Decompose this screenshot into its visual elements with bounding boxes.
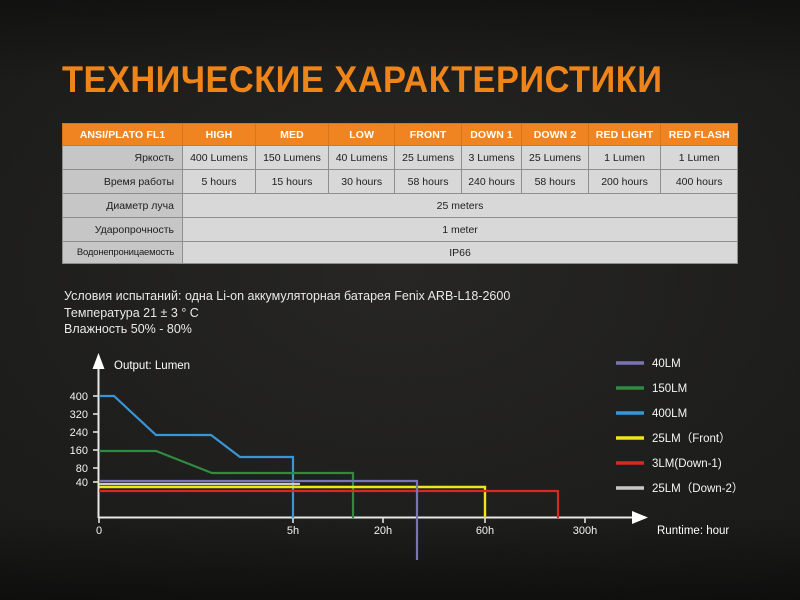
page-title: ТЕХНИЧЕСКИЕ ХАРАКТЕРИСТИКИ xyxy=(62,58,662,102)
cell-brightness-front: 25 Lumens xyxy=(395,146,461,170)
cell-runtime-front: 58 hours xyxy=(395,170,461,194)
table-row: Водонепроницаемость IP66 xyxy=(63,242,738,264)
cell-brightness-high: 400 Lumens xyxy=(183,146,256,170)
table-row: Время работы 5 hours 15 hours 30 hours 5… xyxy=(63,170,738,194)
table-header-ansi-plato: ANSI/PLATO FL1 xyxy=(63,124,183,146)
y-tick-label-240: 240 xyxy=(70,427,88,439)
series-line-40lm xyxy=(99,518,417,560)
cell-runtime-down2: 58 hours xyxy=(522,170,588,194)
series-line-3lm-down1 xyxy=(99,491,558,518)
test-conditions-line-2: Температура 21 ± 3 ° C xyxy=(64,305,510,322)
y-tick-label-160: 160 xyxy=(70,445,88,457)
y-axis xyxy=(93,353,105,518)
test-conditions-line-1: Условия испытаний: одна Li-on аккумулято… xyxy=(64,288,510,305)
x-axis-title: Runtime: hour xyxy=(657,525,729,537)
legend-label-150lm: 150LM xyxy=(652,383,687,395)
chart-legend: 40LM 150LM 400LM 25LM（Front） 3LM(Down-1)… xyxy=(616,358,743,495)
runtime-chart: 400 320 240 160 80 40 Output: Lumen 0 5h… xyxy=(0,345,800,560)
table-row: Диаметр луча 25 meters xyxy=(63,194,738,218)
table-row: Яркость 400 Lumens 150 Lumens 40 Lumens … xyxy=(63,146,738,170)
row-label-impact-resistance: Ударопрочность xyxy=(63,218,183,242)
table-header-low: LOW xyxy=(329,124,395,146)
row-label-beam-distance: Диаметр луча xyxy=(63,194,183,218)
row-label-brightness: Яркость xyxy=(63,146,183,170)
cell-waterproof-value: IP66 xyxy=(183,242,738,264)
x-tick-label-60h: 60h xyxy=(476,525,494,537)
y-tick-label-400: 400 xyxy=(70,391,88,403)
table-header-high: HIGH xyxy=(183,124,256,146)
cell-runtime-low: 30 hours xyxy=(329,170,395,194)
cell-brightness-red-flash: 1 Lumen xyxy=(661,146,738,170)
cell-runtime-red-flash: 400 hours xyxy=(661,170,738,194)
row-label-runtime: Время работы xyxy=(63,170,183,194)
cell-brightness-red-light: 1 Lumen xyxy=(588,146,661,170)
y-tick-label-320: 320 xyxy=(70,409,88,421)
x-tick-label-20h: 20h xyxy=(374,525,392,537)
test-conditions-line-3: Влажность 50% - 80% xyxy=(64,321,510,338)
cell-runtime-red-light: 200 hours xyxy=(588,170,661,194)
cell-runtime-high: 5 hours xyxy=(183,170,256,194)
cell-runtime-med: 15 hours xyxy=(256,170,329,194)
series-line-400lm xyxy=(99,396,293,518)
y-tick-label-40: 40 xyxy=(76,477,88,489)
test-conditions: Условия испытаний: одна Li-on аккумулято… xyxy=(64,288,510,338)
table-header-red-flash: RED FLASH xyxy=(661,124,738,146)
cell-brightness-med: 150 Lumens xyxy=(256,146,329,170)
cell-brightness-down2: 25 Lumens xyxy=(522,146,588,170)
specifications-table: ANSI/PLATO FL1 HIGH MED LOW FRONT DOWN 1… xyxy=(62,123,738,264)
table-header-down2: DOWN 2 xyxy=(522,124,588,146)
table-header-front: FRONT xyxy=(395,124,461,146)
table-header-row: ANSI/PLATO FL1 HIGH MED LOW FRONT DOWN 1… xyxy=(63,124,738,146)
x-axis xyxy=(98,511,648,524)
runtime-chart-svg: 400 320 240 160 80 40 Output: Lumen 0 5h… xyxy=(0,345,800,560)
table-header-red-light: RED LIGHT xyxy=(588,124,661,146)
legend-label-40lm: 40LM xyxy=(652,358,681,370)
legend-label-400lm: 400LM xyxy=(652,408,687,420)
x-tick-label-5h: 5h xyxy=(287,525,299,537)
legend-label-25lm-down2: 25LM（Down-2） xyxy=(652,482,743,495)
cell-brightness-low: 40 Lumens xyxy=(329,146,395,170)
legend-label-25lm-front: 25LM（Front） xyxy=(652,432,731,445)
table-header-med: MED xyxy=(256,124,329,146)
table-row: Ударопрочность 1 meter xyxy=(63,218,738,242)
table-header-down1: DOWN 1 xyxy=(461,124,522,146)
cell-impact-resistance-value: 1 meter xyxy=(183,218,738,242)
y-tick-label-80: 80 xyxy=(76,463,88,475)
cell-beam-distance-value: 25 meters xyxy=(183,194,738,218)
x-tick-label-0: 0 xyxy=(96,525,102,537)
row-label-waterproof: Водонепроницаемость xyxy=(63,242,183,264)
x-tick-label-300h: 300h xyxy=(573,525,597,537)
cell-runtime-down1: 240 hours xyxy=(461,170,522,194)
y-axis-title: Output: Lumen xyxy=(114,360,190,372)
cell-brightness-down1: 3 Lumens xyxy=(461,146,522,170)
legend-label-3lm-down1: 3LM(Down-1) xyxy=(652,458,722,470)
